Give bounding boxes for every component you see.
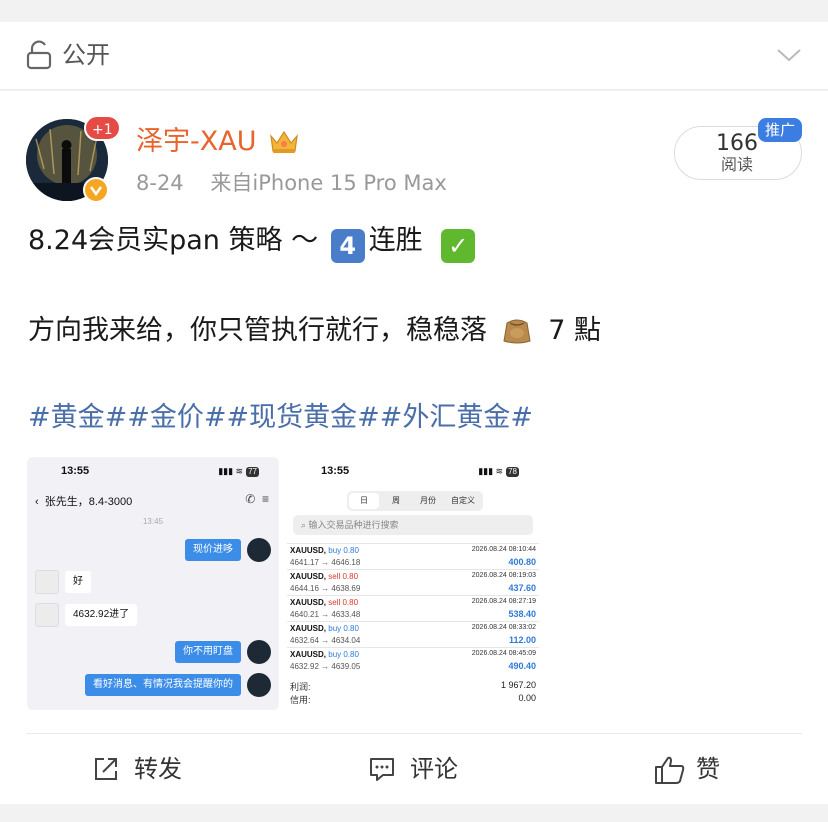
tab-week: 周: [392, 496, 400, 505]
chat-message: 你不用盯盘: [175, 641, 241, 663]
status-icons: ▮▮▮ ≋ 78: [478, 466, 519, 477]
share-icon: [95, 758, 117, 780]
chat-avatar: [247, 538, 271, 562]
promo-tag[interactable]: 推广: [758, 118, 802, 142]
author-name[interactable]: 泽宇-XAU: [136, 125, 256, 159]
check-mark-icon: ✓: [441, 229, 476, 263]
lock-icon: [26, 40, 52, 70]
trade-screenshot-thumbnail[interactable]: 13:55 ▮▮▮ ≋ 78 日 周 月份 自定义 ⌕ 输入交易品种进行搜索 XA…: [287, 457, 539, 710]
post-line-1-text: 8.24会员实pan 策略 ～: [28, 225, 319, 256]
post-line-2-end: 7 點: [548, 315, 601, 346]
trade-row: XAUUSD, buy 0.80 2026.08.24 08:10:44 464…: [287, 543, 539, 569]
chat-screenshot-thumbnail[interactable]: 13:55 ▮▮▮ ≋ 77 ‹ 张先生，8.4-3000 ✆ ≡ 13:45 现…: [27, 457, 279, 710]
post-date: 8-24: [136, 171, 184, 195]
comment-icon: [370, 758, 394, 781]
chevron-down-icon[interactable]: [776, 44, 802, 66]
post-line-2-text: 方向我来给，你只管执行就行，稳稳落: [28, 315, 487, 346]
action-divider: [26, 733, 802, 734]
comment-button[interactable]: 评论: [368, 751, 488, 787]
post-line-1: 8.24会员实pan 策略 ～ 4 连胜 ✓: [28, 221, 476, 263]
battery-level: 78: [506, 467, 519, 477]
chat-avatar: [247, 640, 271, 664]
chat-message: 4632.92进了: [65, 604, 138, 626]
comment-label: 评论: [410, 755, 458, 783]
chat-message: 看好消息、有情况我会提醒你的: [85, 674, 241, 696]
tab-day: 日: [349, 493, 379, 509]
chat-contact-name: 张先生，8.4-3000: [44, 496, 133, 508]
chat-avatar: [35, 603, 59, 627]
hashtag-links[interactable]: #黄金##金价##现货黄金##外汇黄金#: [28, 398, 533, 438]
top-strip: [0, 0, 828, 22]
crown-icon[interactable]: [268, 127, 300, 155]
trade-row: XAUUSD, buy 0.80 2026.08.24 08:45:09 463…: [287, 647, 539, 673]
share-label: 转发: [134, 755, 182, 783]
chat-contact: ‹ 张先生，8.4-3000: [35, 496, 133, 508]
period-tabs: 日 周 月份 自定义: [347, 491, 483, 511]
verified-icon: [83, 177, 109, 203]
status-time: 13:55: [321, 465, 350, 477]
symbol-search-placeholder: 输入交易品种进行搜索: [308, 520, 399, 530]
trade-row: XAUUSD, sell 0.80 2026.08.24 08:19:03 46…: [287, 569, 539, 595]
status-time: 13:55: [61, 465, 90, 477]
visibility-label: 公开: [62, 41, 110, 69]
post-card: +1 泽宇-XAU 8-24 来自iPhone 15 Pro Max 166 阅…: [0, 91, 828, 804]
summary-row: 信用: 0.00: [290, 693, 536, 705]
keycap-number-icon: 4: [330, 229, 365, 263]
bottom-strip: [0, 804, 828, 822]
like-button[interactable]: 赞: [654, 751, 754, 787]
symbol-search: ⌕ 输入交易品种进行搜索: [293, 515, 533, 535]
share-button[interactable]: 转发: [92, 751, 212, 787]
tab-custom: 自定义: [451, 496, 475, 505]
chat-header-icons: ✆ ≡: [245, 492, 269, 506]
tab-month: 月份: [420, 496, 436, 505]
read-label: 阅读: [720, 155, 753, 174]
trade-row: XAUUSD, buy 0.80 2026.08.24 08:33:02 463…: [287, 621, 539, 647]
like-icon: [655, 756, 685, 784]
battery-level: 77: [246, 467, 259, 477]
like-label: 赞: [696, 755, 720, 783]
visibility-selector[interactable]: 公开: [0, 22, 828, 90]
chat-avatar: [35, 570, 59, 594]
summary-row: 利润: 1 967.20: [290, 680, 536, 692]
chat-message: 现价进哆: [185, 539, 241, 561]
notification-badge: +1: [84, 115, 121, 141]
money-bag-icon: [503, 319, 531, 344]
status-icons: ▮▮▮ ≋ 77: [218, 466, 259, 477]
post-line-2: 方向我来给，你只管执行就行，稳稳落 7 點: [28, 311, 601, 351]
chat-avatar: [247, 673, 271, 697]
chat-message: 好: [65, 571, 91, 593]
chat-timestamp: 13:45: [142, 517, 164, 526]
post-meta: 8-24 来自iPhone 15 Pro Max: [136, 169, 447, 197]
post-line-1-end: 连胜: [368, 225, 423, 256]
trade-row: XAUUSD, sell 0.80 2026.08.24 08:27:19 46…: [287, 595, 539, 621]
post-source: 来自iPhone 15 Pro Max: [210, 171, 447, 195]
